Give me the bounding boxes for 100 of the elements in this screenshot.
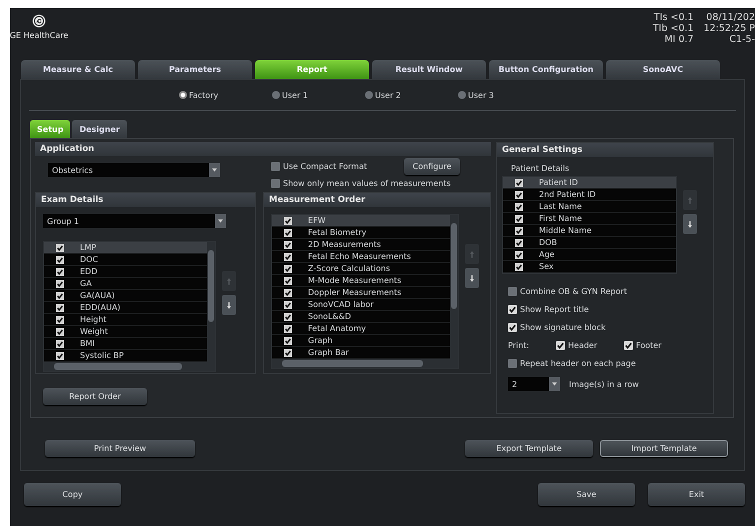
checkbox[interactable] <box>284 288 292 296</box>
list-row[interactable]: Height <box>44 314 207 326</box>
checkbox[interactable] <box>515 202 523 210</box>
export-template-button[interactable]: Export Template <box>465 440 593 457</box>
checkbox[interactable] <box>284 324 292 332</box>
radio-button[interactable] <box>179 91 187 99</box>
checkbox[interactable] <box>56 280 64 288</box>
radio-label[interactable]: Factory <box>189 90 218 100</box>
radio-button[interactable] <box>272 91 280 99</box>
list-row[interactable]: First Name <box>503 213 676 225</box>
checkbox[interactable] <box>556 341 565 350</box>
checkbox[interactable] <box>284 252 292 260</box>
vertical-scrollbar[interactable] <box>450 215 458 359</box>
list-row[interactable]: BMI <box>44 338 207 350</box>
horizontal-scrollbar[interactable] <box>44 362 215 371</box>
radio-button[interactable] <box>365 91 373 99</box>
list-row[interactable]: Fetal Anatomy <box>272 323 450 335</box>
checkbox[interactable] <box>56 244 64 252</box>
list-row[interactable]: GA(AUA) <box>44 290 207 302</box>
dropdown[interactable]: Group 1 <box>43 214 226 228</box>
checkbox[interactable] <box>284 228 292 236</box>
save-button[interactable]: Save <box>538 483 635 506</box>
list-row[interactable]: M-Mode Measurements <box>272 275 450 287</box>
checkbox[interactable] <box>508 323 517 332</box>
list-row[interactable]: SonoVCAD labor <box>272 299 450 311</box>
configure-button[interactable]: Configure <box>404 158 460 175</box>
print-preview-button[interactable]: Print Preview <box>45 440 195 457</box>
checkbox-label: Show signature block <box>520 323 606 332</box>
checkbox[interactable] <box>56 352 64 360</box>
dropdown[interactable]: 2 <box>508 377 560 391</box>
checkbox[interactable] <box>56 292 64 300</box>
radio-button[interactable] <box>458 91 466 99</box>
list-row[interactable]: Patient ID <box>503 177 676 189</box>
checkbox[interactable] <box>56 340 64 348</box>
checkbox[interactable] <box>508 305 517 314</box>
list-row[interactable]: Fetal Biometry <box>272 227 450 239</box>
checkbox[interactable] <box>56 256 64 264</box>
section-header: Exam Details <box>36 193 256 207</box>
list-row[interactable]: 2D Measurements <box>272 239 450 251</box>
list-row[interactable]: Sex <box>503 261 676 273</box>
checkbox[interactable] <box>515 214 523 222</box>
list-row[interactable]: Graph <box>272 335 450 347</box>
list-row[interactable]: 2nd Patient ID <box>503 189 676 201</box>
tab[interactable]: SonoAVC <box>606 60 720 79</box>
radio-label[interactable]: User 1 <box>282 90 308 100</box>
checkbox[interactable] <box>271 179 280 188</box>
checkbox[interactable] <box>284 276 292 284</box>
list-row[interactable]: DOC <box>44 254 207 266</box>
tab[interactable]: Button Configuration <box>489 60 603 79</box>
checkbox[interactable] <box>56 268 64 276</box>
radio-label[interactable]: User 3 <box>468 90 494 100</box>
move-button[interactable] <box>222 295 236 315</box>
checkbox[interactable] <box>515 238 523 246</box>
radio-label[interactable]: User 2 <box>375 90 401 100</box>
checkbox[interactable] <box>284 348 292 356</box>
horizontal-scrollbar[interactable] <box>272 359 458 368</box>
checkbox[interactable] <box>56 328 64 336</box>
import-template-button[interactable]: Import Template <box>600 440 728 457</box>
checkbox[interactable] <box>284 240 292 248</box>
list-row[interactable]: Doppler Measurements <box>272 287 450 299</box>
checkbox[interactable] <box>624 341 633 350</box>
checkbox[interactable] <box>515 190 523 198</box>
checkbox[interactable] <box>284 216 292 224</box>
checkbox[interactable] <box>515 250 523 258</box>
list-row[interactable]: EFW <box>272 215 450 227</box>
list-row[interactable]: LMP <box>44 242 207 254</box>
vertical-scrollbar[interactable] <box>207 242 215 362</box>
checkbox[interactable] <box>56 316 64 324</box>
list-row[interactable]: EDD <box>44 266 207 278</box>
checkbox[interactable] <box>508 287 517 296</box>
checkbox[interactable] <box>515 226 523 234</box>
list-row[interactable]: Age <box>503 249 676 261</box>
tab[interactable]: Measure & Calc <box>21 60 135 79</box>
list-row[interactable]: Z-Score Calculations <box>272 263 450 275</box>
checkbox[interactable] <box>515 262 523 270</box>
list-row[interactable]: Last Name <box>503 201 676 213</box>
checkbox[interactable] <box>508 359 517 368</box>
checkbox[interactable] <box>271 162 280 171</box>
tab[interactable]: Designer <box>72 120 127 138</box>
list-row[interactable]: DOB <box>503 237 676 249</box>
tab[interactable]: Parameters <box>138 60 252 79</box>
list-row[interactable]: Middle Name <box>503 225 676 237</box>
checkbox[interactable] <box>515 178 523 186</box>
move-button[interactable] <box>683 214 697 234</box>
tab[interactable]: Result Window <box>372 60 486 79</box>
move-button[interactable] <box>465 268 480 288</box>
checkbox[interactable] <box>284 336 292 344</box>
list-row[interactable]: Weight <box>44 326 207 338</box>
list-row[interactable]: Fetal Echo Measurements <box>272 251 450 263</box>
checkbox[interactable] <box>284 264 292 272</box>
copy-button[interactable]: Copy <box>24 483 121 506</box>
checkbox[interactable] <box>284 312 292 320</box>
exit-button[interactable]: Exit <box>648 483 745 506</box>
list-row[interactable]: GA <box>44 278 207 290</box>
list-row[interactable]: SonoL&&D <box>272 311 450 323</box>
report-order-button[interactable]: Report Order <box>43 388 147 405</box>
checkbox[interactable] <box>284 300 292 308</box>
checkbox[interactable] <box>56 304 64 312</box>
dropdown[interactable]: Obstetrics <box>48 163 220 177</box>
list-row[interactable]: EDD(AUA) <box>44 302 207 314</box>
